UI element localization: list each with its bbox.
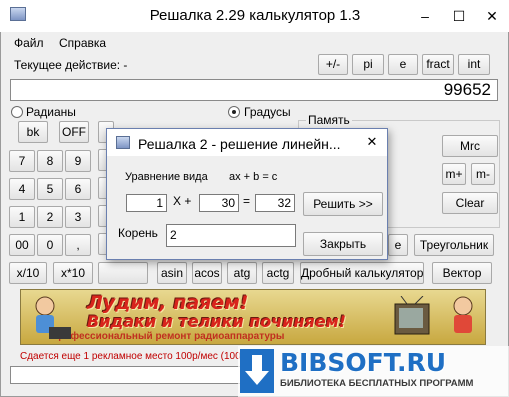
watermark-title: BIBSOFT.RU [280,348,447,377]
triangle-button[interactable]: Треугольник [414,234,494,256]
m-minus-button[interactable]: m- [471,163,495,185]
cartoon-repairman-left-icon [35,296,71,339]
m-plus-button[interactable]: m+ [442,163,466,185]
e-button[interactable]: e [388,234,408,256]
solve-button[interactable]: Решить >> [303,192,383,216]
mrc-button[interactable]: Mrc [442,135,498,157]
dialog-title: Решалка 2 - решение линейн... [138,136,341,152]
menu-help[interactable]: Справка [59,36,106,50]
plus-minus-button[interactable]: +/- [318,54,348,75]
minimize-button[interactable]: – [414,6,436,26]
function-button[interactable] [98,262,148,284]
digit-5-button[interactable]: 5 [37,178,63,200]
degrees-label: Градусы [244,105,291,119]
clear-button[interactable]: Clear [442,192,498,214]
acos-button[interactable]: acos [192,262,222,284]
fract-button[interactable]: fract [422,54,454,75]
equation-form: ax + b = c [229,171,278,183]
radians-radio[interactable] [11,106,23,118]
asin-button[interactable]: asin [157,262,187,284]
ad-banner[interactable]: Лудим, паяем! Видаки и телики починяем! … [20,289,486,345]
dialog-close-button[interactable]: ✕ [361,133,383,151]
watermark-subtitle: БИБЛИОТЕКА БЕСПЛАТНЫХ ПРОГРАММ [280,378,474,389]
pi-button[interactable]: pi [352,54,384,75]
degrees-radio[interactable] [228,106,240,118]
dialog-icon [116,136,130,149]
fraction-calculator-button[interactable]: Дробный калькулятор [300,262,424,284]
digit-9-button[interactable]: 9 [65,150,91,172]
download-icon [240,349,274,393]
memory-caption: Память [306,113,352,127]
current-action-label: Текущее действие: - [14,58,128,72]
result-display: 99652 [10,79,498,101]
watermark: BIBSOFT.RU БИБЛИОТЕКА БЕСПЛАТНЫХ ПРОГРАМ… [238,346,509,397]
double-zero-button[interactable]: 00 [9,234,35,256]
vector-button[interactable]: Вектор [432,262,492,284]
divide-by-10-button[interactable]: x/10 [9,262,47,284]
digit-1-button[interactable]: 1 [9,206,35,228]
root-label: Корень [118,226,158,240]
coefficient-a-input[interactable]: 1 [126,194,167,212]
coefficient-c-input[interactable]: 32 [255,194,295,212]
equals-label: = [243,194,251,208]
digit-2-button[interactable]: 2 [37,206,63,228]
multiply-by-10-button[interactable]: x*10 [53,262,93,284]
dialog-close-action-button[interactable]: Закрыть [303,232,383,256]
off-button[interactable]: OFF [59,121,89,143]
banner-line-1: Лудим, паяем! [87,292,249,314]
digit-7-button[interactable]: 7 [9,150,35,172]
menu-file[interactable]: Файл [14,36,44,50]
digit-0-button[interactable]: 0 [37,234,63,256]
digit-4-button[interactable]: 4 [9,178,35,200]
equation-label: Уравнение вида [125,171,208,183]
status-bar [10,366,242,384]
maximize-button[interactable]: ☐ [448,6,470,26]
int-button[interactable]: int [458,54,490,75]
linear-equation-dialog: Решалка 2 - решение линейн... ✕ Уравнени… [106,128,388,260]
banner-line-2: Видаки и телики починяем! [87,312,347,331]
banner-line-3: Профессиональный ремонт радиоаппаратуры [51,331,285,342]
close-button[interactable]: ✕ [480,6,504,26]
e-const-button[interactable]: e [388,54,418,75]
cartoon-repairman-right-icon [453,296,473,333]
radians-label: Радианы [26,105,76,119]
app-icon [10,7,26,21]
digit-6-button[interactable]: 6 [65,178,91,200]
tv-set-icon [394,296,430,335]
digit-3-button[interactable]: 3 [65,206,91,228]
x-plus-label: X + [173,194,192,208]
actg-button[interactable]: actg [262,262,294,284]
root-output[interactable]: 2 [166,224,296,247]
coefficient-b-input[interactable]: 30 [199,194,239,212]
digit-8-button[interactable]: 8 [37,150,63,172]
window-title: Решалка 2.29 калькулятор 1.3 [149,7,361,24]
comma-button[interactable]: , [65,234,91,256]
ad-text[interactable]: Сдается еще 1 рекламное место 100р/мес (… [20,351,252,362]
atg-button[interactable]: atg [227,262,257,284]
backspace-button[interactable]: bk [18,121,48,143]
